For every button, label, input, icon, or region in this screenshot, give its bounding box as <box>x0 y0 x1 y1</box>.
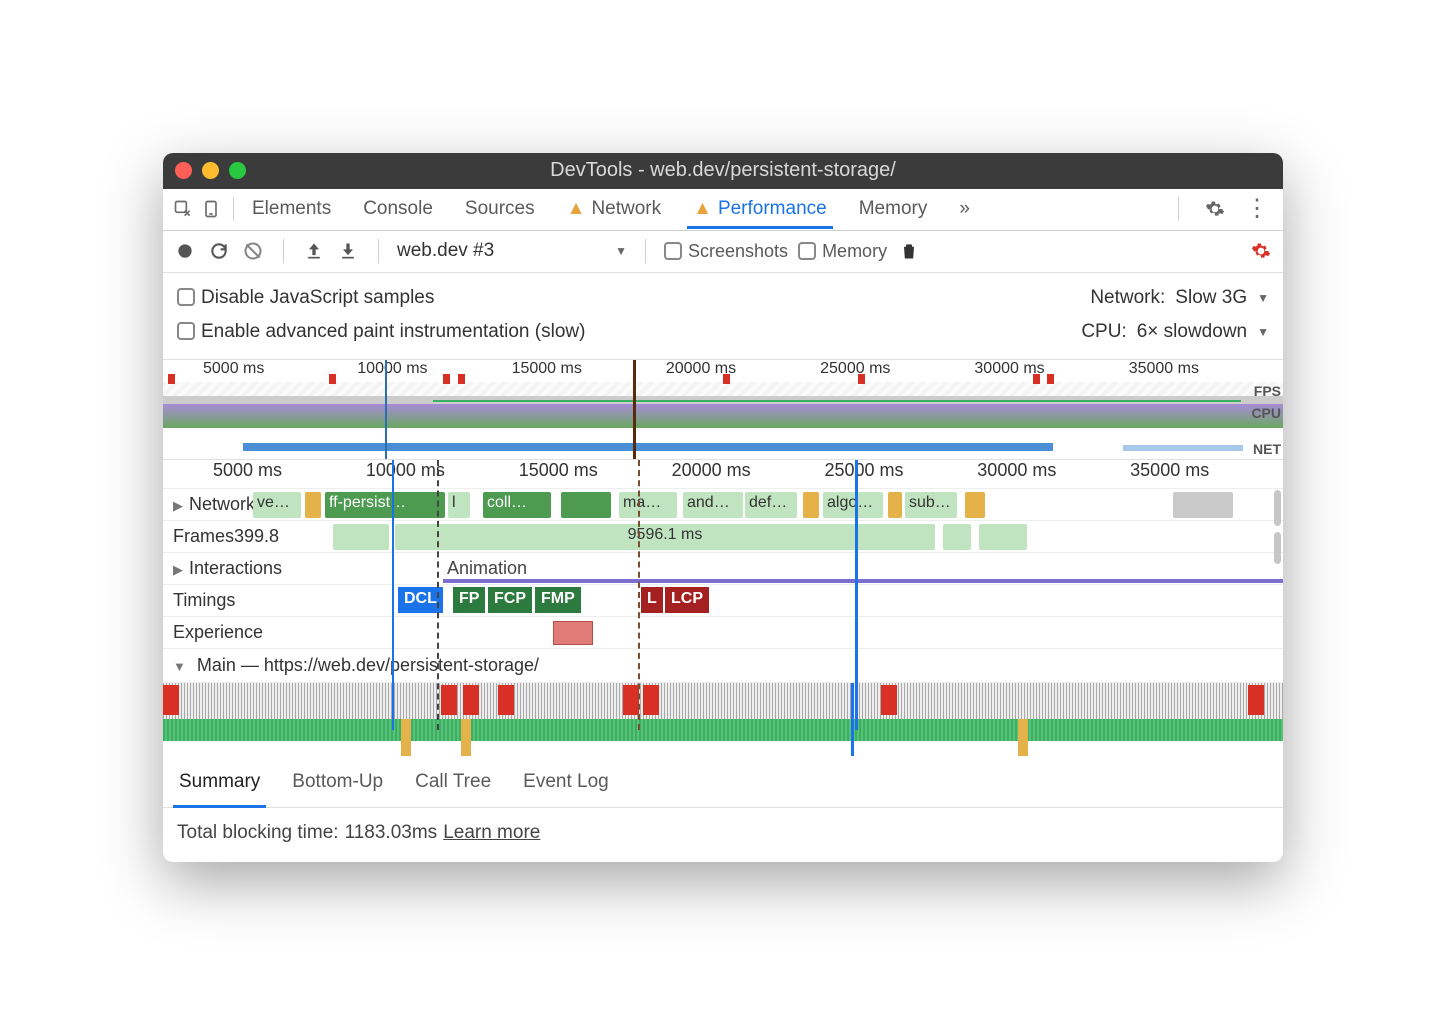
tab-memory[interactable]: Memory <box>857 190 930 228</box>
flamechart-pane[interactable]: 5000 ms10000 ms15000 ms20000 ms25000 ms3… <box>163 460 1283 757</box>
tab-performance[interactable]: ▲Performance <box>691 190 829 228</box>
enable-paint-checkbox[interactable]: Enable advanced paint instrumentation (s… <box>177 321 585 343</box>
capture-settings-panel: Disable JavaScript samples Network: Slow… <box>163 273 1283 360</box>
performance-toolbar: web.dev #3 ▼ Screenshots Memory <box>163 231 1283 273</box>
scrollbar-thumb[interactable] <box>1274 490 1281 526</box>
devtools-window: DevTools - web.dev/persistent-storage/ E… <box>163 153 1283 862</box>
dropdown-triangle-icon: ▼ <box>615 244 627 258</box>
warning-icon: ▲ <box>567 198 586 219</box>
net-overview-bar <box>1123 445 1243 451</box>
tab-bottom-up[interactable]: Bottom-Up <box>290 765 385 799</box>
cpu-overview <box>163 382 1283 428</box>
cpu-value: 6× slowdown <box>1137 321 1247 343</box>
interactions-track[interactable]: ▶Interactions Animation <box>163 552 1283 584</box>
load-profile-icon[interactable] <box>302 239 326 263</box>
devtools-tabbar: Elements Console Sources ▲Network ▲Perfo… <box>163 189 1283 231</box>
frames-track[interactable]: Frames399.8 ms 9596.1 ms <box>163 520 1283 552</box>
delete-profile-icon[interactable] <box>897 239 921 263</box>
summary-pane: Total blocking time: 1183.03ms Learn mor… <box>163 808 1283 862</box>
screenshots-checkbox[interactable]: Screenshots <box>664 241 788 262</box>
network-throttle-select[interactable]: Network: Slow 3G ▼ <box>1090 287 1269 309</box>
disable-js-checkbox[interactable]: Disable JavaScript samples <box>177 287 434 309</box>
scrollbar-thumb[interactable] <box>1274 532 1281 564</box>
overview-pane[interactable]: 5000 ms10000 ms15000 ms20000 ms25000 ms3… <box>163 360 1283 460</box>
settings-gear-icon[interactable] <box>1201 195 1229 223</box>
net-overview-bar <box>243 443 1053 451</box>
tbt-label: Total blocking time: <box>177 822 339 844</box>
tab-call-tree[interactable]: Call Tree <box>413 765 493 799</box>
interaction-label: Animation <box>447 558 527 579</box>
window-title: DevTools - web.dev/persistent-storage/ <box>163 159 1283 182</box>
tab-summary[interactable]: Summary <box>177 765 262 799</box>
main-thread-header[interactable]: ▼ Main — https://web.dev/persistent-stor… <box>163 648 1283 682</box>
timing-marker-lcp[interactable]: LCP <box>665 587 709 613</box>
clear-button[interactable] <box>241 239 265 263</box>
profile-select[interactable]: web.dev #3 ▼ <box>397 240 627 262</box>
main-flamechart[interactable] <box>163 682 1283 756</box>
tab-console[interactable]: Console <box>361 190 435 228</box>
dropdown-triangle-icon: ▼ <box>1257 325 1269 339</box>
device-toolbar-icon[interactable] <box>197 195 225 223</box>
save-profile-icon[interactable] <box>336 239 360 263</box>
expand-toggle-icon[interactable]: ▶ <box>173 498 183 513</box>
inspect-element-icon[interactable] <box>169 195 197 223</box>
timing-marker-fp[interactable]: FP <box>453 587 485 613</box>
reload-record-button[interactable] <box>207 239 231 263</box>
learn-more-link[interactable]: Learn more <box>443 822 540 844</box>
capture-settings-gear-icon[interactable] <box>1249 239 1273 263</box>
experience-track[interactable]: Experience <box>163 616 1283 648</box>
tabs-overflow-button[interactable]: » <box>957 190 972 228</box>
record-button[interactable] <box>173 239 197 263</box>
window-titlebar: DevTools - web.dev/persistent-storage/ <box>163 153 1283 189</box>
expand-toggle-icon[interactable]: ▶ <box>173 562 183 577</box>
timing-marker-fcp[interactable]: FCP <box>488 587 532 613</box>
tab-elements[interactable]: Elements <box>250 190 333 228</box>
tab-sources[interactable]: Sources <box>463 190 537 228</box>
panel-tabs: Elements Console Sources ▲Network ▲Perfo… <box>250 190 1170 228</box>
timing-marker-l[interactable]: L <box>641 587 663 613</box>
kebab-menu-icon[interactable]: ⋮ <box>1243 195 1271 223</box>
timing-marker-dcl[interactable]: DCL <box>398 587 443 613</box>
collapse-toggle-icon[interactable]: ▼ <box>173 659 186 674</box>
layout-shift-marker[interactable] <box>553 621 593 645</box>
memory-checkbox[interactable]: Memory <box>798 241 887 262</box>
cpu-label: CPU: <box>1081 321 1126 343</box>
network-label: Network: <box>1090 287 1165 309</box>
timings-track[interactable]: Timings DCLFPFCPFMPLLCP <box>163 584 1283 616</box>
overview-lane-labels: FPS CPU NET <box>1251 380 1281 460</box>
profile-name: web.dev #3 <box>397 240 494 262</box>
tab-network[interactable]: ▲Network <box>565 190 664 228</box>
network-track[interactable]: ▶Network ve… ff-persist… l coll… ma… and… <box>163 488 1283 520</box>
details-tabs: Summary Bottom-Up Call Tree Event Log <box>163 757 1283 808</box>
flamechart-ruler: 5000 ms10000 ms15000 ms20000 ms25000 ms3… <box>163 460 1283 488</box>
tab-event-log[interactable]: Event Log <box>521 765 611 799</box>
warning-icon: ▲ <box>693 198 712 219</box>
cpu-throttle-select[interactable]: CPU: 6× slowdown ▼ <box>1081 321 1269 343</box>
dropdown-triangle-icon: ▼ <box>1257 291 1269 305</box>
network-value: Slow 3G <box>1175 287 1247 309</box>
tbt-value: 1183.03ms <box>345 822 438 844</box>
timing-marker-fmp[interactable]: FMP <box>535 587 581 613</box>
